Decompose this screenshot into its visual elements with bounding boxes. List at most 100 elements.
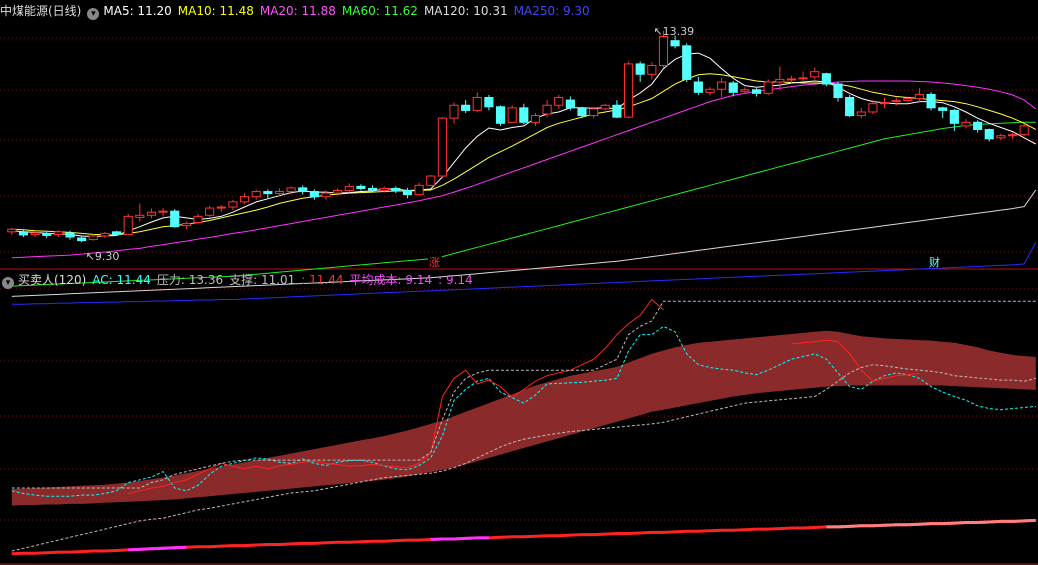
- pressure-label: 压力: 13.36: [156, 273, 224, 287]
- candle-down: [973, 121, 983, 131]
- candle-up: [135, 214, 145, 218]
- candle-up: [88, 235, 98, 241]
- candle-down: [495, 106, 506, 124]
- candle-down: [845, 97, 855, 117]
- candle-down: [821, 73, 831, 85]
- candle-up: [996, 135, 1006, 139]
- candle-up: [705, 88, 715, 93]
- candle-up: [717, 81, 727, 90]
- sub-chart-title[interactable]: 买卖人(120): [18, 273, 86, 287]
- candle-down: [18, 231, 29, 236]
- candle-up: [7, 228, 17, 233]
- candle-up: [379, 187, 389, 192]
- candle-up: [216, 206, 226, 209]
- candle-down: [833, 83, 843, 98]
- support-label: 支撑: 11.01: [229, 273, 296, 287]
- candle-down: [356, 185, 366, 189]
- candle-up: [333, 190, 343, 194]
- ma60-line: [11, 121, 1036, 287]
- candle-up: [589, 108, 599, 117]
- candle-up: [193, 215, 203, 224]
- candle-up: [740, 89, 750, 92]
- candle-up: [507, 107, 517, 123]
- candle-down: [728, 82, 738, 93]
- candle-down: [984, 129, 994, 140]
- candle-up: [53, 231, 63, 235]
- candle-up: [542, 104, 552, 115]
- candle-down: [42, 232, 52, 236]
- candle-down: [309, 191, 319, 198]
- candle-up: [158, 210, 168, 213]
- candle-up: [810, 71, 820, 78]
- sub-legend: ▾ 买卖人(120) AC: 11.44 压力: 13.36 支撑: 11.01: 11…: [0, 271, 479, 289]
- candle-down: [484, 97, 494, 108]
- cost-band: [11, 330, 1036, 506]
- candle-up: [647, 64, 657, 75]
- high-price-label: ↖13.39: [653, 25, 694, 38]
- avg-cost-value-label: : 9.14: [438, 273, 473, 287]
- candle-up: [786, 78, 797, 81]
- candle-up: [914, 93, 925, 100]
- candle-up: [123, 215, 133, 235]
- ma120-label: MA120: 10.31: [423, 4, 508, 18]
- candle-up: [961, 121, 971, 127]
- candle-up: [763, 81, 773, 94]
- candle-up: [286, 187, 296, 193]
- candle-down: [938, 107, 948, 111]
- candle-up: [449, 104, 459, 119]
- candle-up: [1007, 134, 1018, 137]
- ma60-label: MA60: 11.62: [341, 4, 418, 18]
- avg-cost-accent-pink: [826, 518, 1036, 529]
- avg-cost-accent-magenta: [128, 545, 187, 552]
- candle-down: [693, 81, 703, 93]
- candle-up: [321, 192, 331, 198]
- candle-up: [181, 223, 191, 227]
- candle-down: [402, 190, 413, 196]
- low-price-label: ↖9.30: [86, 250, 120, 263]
- candle-down: [670, 40, 680, 47]
- candle-up: [879, 102, 890, 105]
- avg-cost-accent-magenta: [430, 536, 489, 541]
- candle-down: [65, 232, 75, 238]
- candle-up: [658, 36, 669, 66]
- candle-down: [926, 93, 936, 109]
- candle-down: [77, 237, 87, 242]
- candle-up: [426, 175, 436, 186]
- candle-down: [949, 109, 959, 124]
- candle-down: [461, 104, 471, 111]
- candle-down: [263, 191, 273, 195]
- candle-up: [554, 97, 564, 106]
- main-legend: 中煤能源(日线) ▾ MA5: 11.20 MA10: 11.48 MA20: 11.8…: [0, 2, 596, 20]
- candle-down: [682, 45, 692, 80]
- candle-up: [856, 111, 866, 117]
- ac-label: AC: 11.44: [92, 273, 151, 287]
- candle-up: [100, 232, 110, 237]
- candle-up: [903, 98, 913, 102]
- cai-marker: 财: [929, 255, 940, 269]
- candle-up: [437, 117, 447, 177]
- ma250-label: MA250: 9.30: [513, 4, 590, 18]
- candle-down: [170, 210, 180, 228]
- main-chart-title[interactable]: 中煤能源(日线): [0, 4, 81, 18]
- candle-down: [519, 107, 529, 123]
- candle-up: [623, 63, 634, 118]
- chevron-down-icon[interactable]: ▾: [87, 8, 100, 20]
- avg-cost-label: 平均成本: 9.14: [349, 273, 433, 287]
- candle-down: [565, 99, 575, 109]
- candle-up: [868, 103, 878, 113]
- chevron-down-icon[interactable]: ▾: [2, 277, 14, 289]
- candle-up: [344, 185, 354, 192]
- candle-up: [146, 211, 157, 216]
- candle-up: [472, 97, 482, 111]
- candle-up: [600, 104, 610, 110]
- ma20-label: MA20: 11.88: [259, 4, 336, 18]
- candle-up: [228, 201, 238, 208]
- ma10-label: MA10: 11.48: [177, 4, 254, 18]
- candle-up: [414, 184, 424, 196]
- candle-down: [367, 187, 378, 191]
- candle-up: [205, 207, 215, 216]
- candle-down: [111, 231, 122, 235]
- candle-up: [30, 232, 40, 235]
- candle-up: [798, 77, 808, 80]
- candle-up: [1019, 125, 1029, 136]
